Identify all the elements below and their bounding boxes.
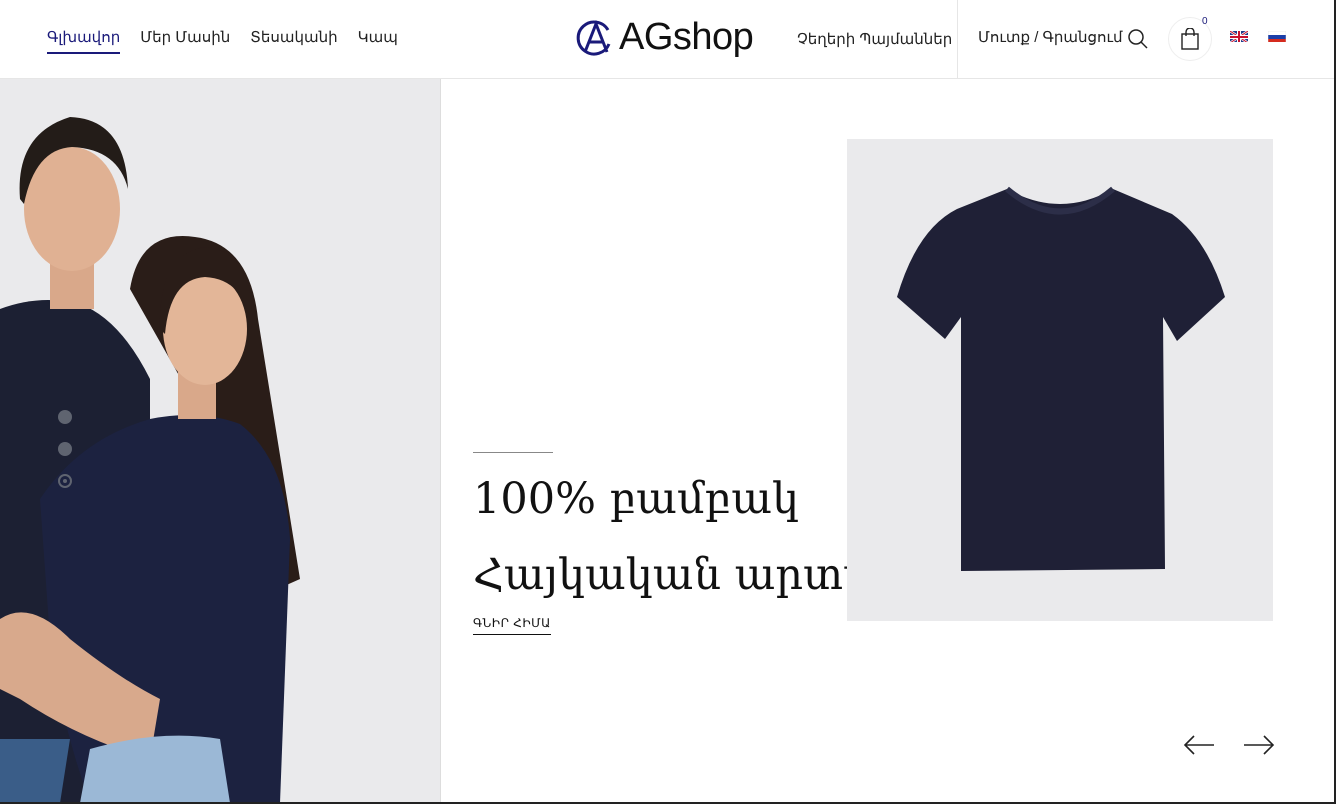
page-frame: Գլխավոր Մեր Մասին Տեսականի Կապ AGshop Չե… — [0, 0, 1336, 804]
arrow-right-icon[interactable] — [1242, 733, 1276, 757]
hero-models-image — [0, 79, 441, 802]
ru-flag-icon[interactable] — [1268, 30, 1286, 42]
buy-now-link[interactable]: ԳՆԻՐ ՀԻՄԱ — [473, 616, 551, 635]
cart-button[interactable]: 0 — [1168, 16, 1212, 61]
header-divider — [957, 0, 958, 78]
logo-mark-icon — [576, 19, 611, 56]
arrow-left-icon[interactable] — [1182, 733, 1216, 757]
nav-item-home[interactable]: Գլխավոր — [47, 28, 121, 54]
main-nav: Գլխավոր Մեր Մասին Տեսականի Կապ — [47, 28, 398, 54]
slider-dot-1[interactable] — [58, 410, 72, 424]
nav-item-catalog[interactable]: Տեսականի — [250, 28, 337, 54]
search-icon[interactable] — [1126, 27, 1150, 51]
nav-item-about[interactable]: Մեր Մասին — [140, 28, 230, 54]
en-flag-icon[interactable] — [1230, 30, 1248, 42]
hero-title-line-2: Հայկական արտադրություն — [473, 550, 847, 600]
size-chart-link[interactable]: Չեղերի Պայմաններ — [797, 30, 952, 48]
slider-dot-3-active[interactable] — [58, 474, 72, 488]
tshirt-image — [897, 186, 1225, 571]
logo-text: AGshop — [619, 16, 754, 58]
login-register-link[interactable]: Մուտք / Գրանցում — [978, 28, 1123, 46]
site-logo[interactable]: AGshop — [575, 16, 754, 59]
site-header: Գլխավոր Մեր Մասին Տեսականի Կապ AGshop Չե… — [0, 0, 1334, 79]
cart-count-badge: 0 — [1202, 16, 1208, 27]
slider-dots — [58, 410, 72, 488]
slider-dot-2[interactable] — [58, 442, 72, 456]
product-image — [847, 139, 1273, 621]
shopping-bag-icon — [1181, 28, 1199, 50]
hero-divider-line — [473, 452, 553, 453]
nav-item-contact[interactable]: Կապ — [358, 28, 398, 54]
hero-title-line-1: 100% բամբակ — [473, 474, 800, 524]
hero-title-clip: Հայկական արտադրություն — [473, 550, 847, 610]
